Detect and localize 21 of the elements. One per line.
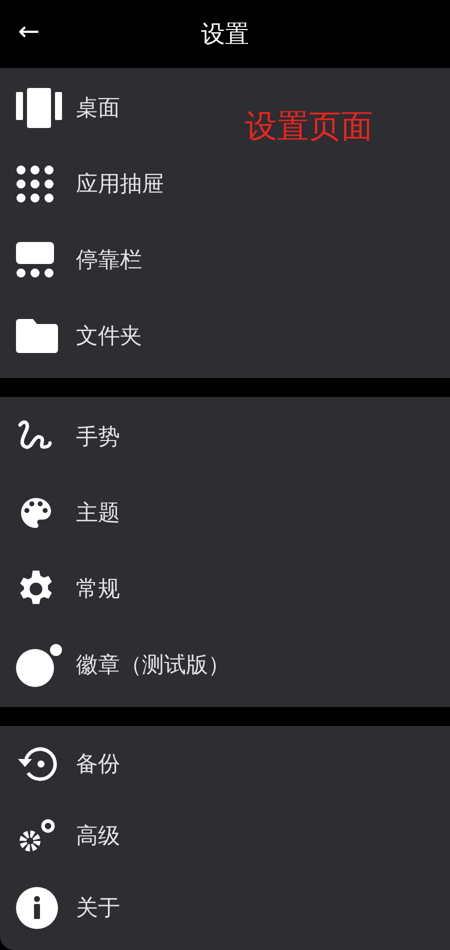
menu-item[interactable]: 应用抽屉 <box>76 168 164 200</box>
menu-item[interactable]: 徽章（测试版） <box>76 648 230 682</box>
menu-item[interactable]: 文件夹 <box>76 320 142 352</box>
menu-item[interactable]: 高级 <box>76 820 120 852</box>
menu-item[interactable]: 手势 <box>76 420 120 454</box>
info-icon <box>16 887 58 929</box>
badge-icon <box>16 643 64 687</box>
folder-icon <box>16 319 58 353</box>
restore-icon <box>16 745 58 783</box>
menu-item[interactable]: 常规 <box>76 572 120 606</box>
menu-item[interactable]: 停靠栏 <box>76 244 142 276</box>
annotation-label: 设置页面 <box>245 106 373 146</box>
page-title: 设置 <box>201 19 249 50</box>
app-grid-icon <box>16 165 54 203</box>
dock-icon <box>16 242 54 278</box>
menu-item[interactable]: 桌面 <box>76 92 120 124</box>
back-button[interactable]: ← <box>18 14 40 50</box>
desktop-icon <box>16 88 62 128</box>
menu-item[interactable]: 主题 <box>76 496 120 530</box>
menu-item[interactable]: 关于 <box>76 892 120 924</box>
menu-item[interactable]: 备份 <box>76 748 120 780</box>
